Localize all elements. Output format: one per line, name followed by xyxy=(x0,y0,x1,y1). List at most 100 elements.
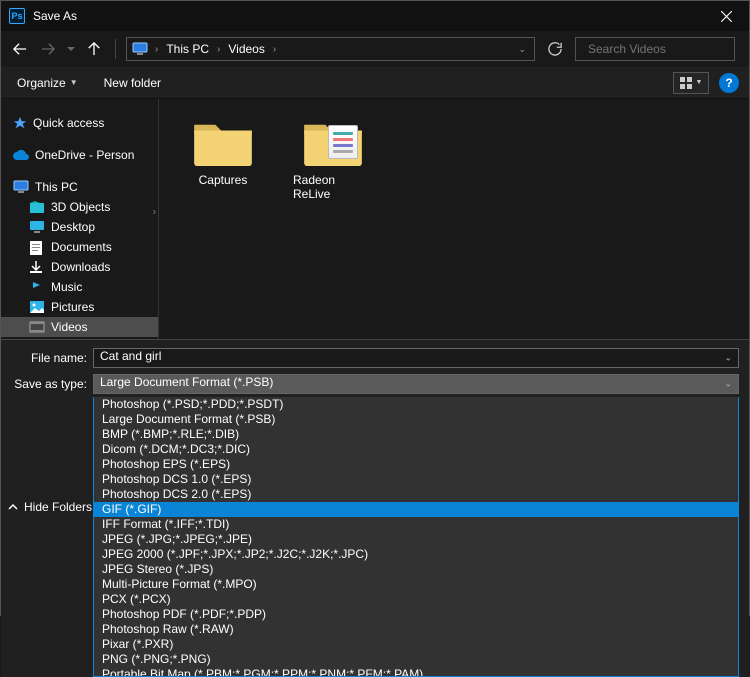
folder-icon xyxy=(29,320,45,334)
format-option[interactable]: JPEG Stereo (*.JPS) xyxy=(94,562,738,577)
format-option[interactable]: Photoshop PDF (*.PDF;*.PDP) xyxy=(94,607,738,622)
main-area: Quick access OneDrive - Person This PC 3… xyxy=(1,99,749,339)
sidebar-item-label: Documents xyxy=(51,240,112,254)
format-option[interactable]: Photoshop Raw (*.RAW) xyxy=(94,622,738,637)
pc-icon xyxy=(13,180,29,194)
format-option[interactable]: Photoshop DCS 2.0 (*.EPS) xyxy=(94,487,738,502)
format-option[interactable]: GIF (*.GIF) xyxy=(94,502,738,517)
folder-icon xyxy=(29,240,45,254)
new-folder-button[interactable]: New folder xyxy=(98,72,167,94)
app-icon: Ps xyxy=(9,8,25,24)
sidebar-item-label: Videos xyxy=(51,320,87,334)
view-options-button[interactable]: ▼ xyxy=(673,72,709,94)
format-dropdown-list[interactable]: Photoshop (*.PSD;*.PDD;*.PSDT)Large Docu… xyxy=(93,397,739,677)
sidebar: Quick access OneDrive - Person This PC 3… xyxy=(1,99,159,339)
search-box[interactable] xyxy=(575,37,735,61)
sidebar-item-music[interactable]: Music xyxy=(1,277,158,297)
saveastype-value: Large Document Format (*.PSB) xyxy=(100,375,273,389)
hide-folders-button[interactable]: Hide Folders xyxy=(8,500,92,514)
format-option[interactable]: Portable Bit Map (*.PBM;*.PGM;*.PPM;*.PN… xyxy=(94,667,738,677)
view-icon xyxy=(680,77,694,89)
folder-icon xyxy=(192,117,254,167)
folder-icon xyxy=(29,260,45,274)
folder-icon xyxy=(302,117,364,167)
folder-icon xyxy=(29,300,45,314)
folder-icon xyxy=(29,220,45,234)
sidebar-item-3d-objects[interactable]: 3D Objects xyxy=(1,197,158,217)
sidebar-quick-access[interactable]: Quick access xyxy=(1,113,158,133)
help-button[interactable]: ? xyxy=(719,73,739,93)
refresh-button[interactable] xyxy=(541,37,569,61)
filename-value: Cat and girl xyxy=(100,349,161,363)
sidebar-item-desktop[interactable]: Desktop xyxy=(1,217,158,237)
chevron-down-icon[interactable]: ⌄ xyxy=(510,44,534,55)
format-option[interactable]: Multi-Picture Format (*.MPO) xyxy=(94,577,738,592)
folder-name: Radeon ReLive xyxy=(293,173,373,201)
format-option[interactable]: JPEG (*.JPG;*.JPEG;*.JPE) xyxy=(94,532,738,547)
folder-icon xyxy=(29,280,45,294)
organize-button[interactable]: Organize ▼ xyxy=(11,72,84,94)
new-folder-label: New folder xyxy=(104,76,161,90)
sidebar-item-documents[interactable]: Documents xyxy=(1,237,158,257)
saveastype-label: Save as type: xyxy=(1,377,93,391)
chevron-right-icon: › xyxy=(149,44,164,55)
format-option[interactable]: Pixar (*.PXR) xyxy=(94,637,738,652)
sidebar-label: Quick access xyxy=(33,116,104,130)
file-list[interactable]: Captures Radeon ReLive xyxy=(159,99,749,339)
format-option[interactable]: PCX (*.PCX) xyxy=(94,592,738,607)
sidebar-item-label: Music xyxy=(51,280,82,294)
folder-item[interactable]: Radeon ReLive xyxy=(293,117,373,201)
sidebar-item-label: Downloads xyxy=(51,260,110,274)
cloud-icon xyxy=(13,149,29,161)
format-option[interactable]: Photoshop (*.PSD;*.PDD;*.PSDT) xyxy=(94,397,738,412)
pc-icon xyxy=(131,41,149,57)
chevron-down-icon: ▼ xyxy=(696,79,703,86)
back-button[interactable] xyxy=(9,37,31,61)
sidebar-item-pictures[interactable]: Pictures xyxy=(1,297,158,317)
format-option[interactable]: IFF Format (*.IFF;*.TDI) xyxy=(94,517,738,532)
sidebar-item-label: Pictures xyxy=(51,300,94,314)
folder-icon xyxy=(29,200,45,214)
sidebar-this-pc[interactable]: This PC xyxy=(1,177,158,197)
chevron-up-icon xyxy=(8,502,18,512)
sidebar-item-label: 3D Objects xyxy=(51,200,110,214)
sidebar-label: This PC xyxy=(35,180,78,194)
breadcrumb[interactable]: › This PC › Videos › ⌄ xyxy=(126,37,535,61)
save-form: File name: Cat and girl ⌄ Save as type: … xyxy=(1,339,749,677)
chevron-right-icon: › xyxy=(211,44,226,55)
format-option[interactable]: BMP (*.BMP;*.RLE;*.DIB) xyxy=(94,427,738,442)
toolbar: Organize ▼ New folder ▼ ? xyxy=(1,67,749,99)
titlebar: Ps Save As xyxy=(1,1,749,31)
folder-item[interactable]: Captures xyxy=(183,117,263,187)
close-button[interactable] xyxy=(703,1,749,31)
organize-label: Organize xyxy=(17,76,66,90)
format-option[interactable]: PNG (*.PNG;*.PNG) xyxy=(94,652,738,667)
saveastype-select[interactable]: Large Document Format (*.PSB) ⌄ xyxy=(93,374,739,394)
chevron-down-icon[interactable]: ⌄ xyxy=(724,379,732,390)
sidebar-item-label: Desktop xyxy=(51,220,95,234)
format-option[interactable]: JPEG 2000 (*.JPF;*.JPX;*.JP2;*.J2C;*.J2K… xyxy=(94,547,738,562)
sidebar-item-videos[interactable]: Videos xyxy=(1,317,158,337)
hide-folders-label: Hide Folders xyxy=(24,500,92,514)
format-option[interactable]: Photoshop EPS (*.EPS) xyxy=(94,457,738,472)
sidebar-expand-icon[interactable]: › xyxy=(153,206,156,217)
format-option[interactable]: Large Document Format (*.PSB) xyxy=(94,412,738,427)
breadcrumb-folder[interactable]: Videos xyxy=(226,42,266,56)
sidebar-onedrive[interactable]: OneDrive - Person xyxy=(1,145,158,165)
format-option[interactable]: Dicom (*.DCM;*.DC3;*.DIC) xyxy=(94,442,738,457)
breadcrumb-root[interactable]: This PC xyxy=(164,42,211,56)
filename-label: File name: xyxy=(1,351,93,365)
recent-dropdown[interactable] xyxy=(65,37,77,61)
up-button[interactable] xyxy=(83,37,105,61)
star-icon xyxy=(13,116,27,130)
navbar: › This PC › Videos › ⌄ xyxy=(1,31,749,67)
folder-name: Captures xyxy=(199,173,248,187)
format-option[interactable]: Photoshop DCS 1.0 (*.EPS) xyxy=(94,472,738,487)
forward-button[interactable] xyxy=(37,37,59,61)
sidebar-item-downloads[interactable]: Downloads xyxy=(1,257,158,277)
search-input[interactable] xyxy=(588,42,743,56)
chevron-down-icon[interactable]: ⌄ xyxy=(724,353,732,364)
chevron-down-icon: ▼ xyxy=(70,78,78,87)
window-title: Save As xyxy=(33,9,77,23)
filename-input[interactable]: Cat and girl ⌄ xyxy=(93,348,739,368)
